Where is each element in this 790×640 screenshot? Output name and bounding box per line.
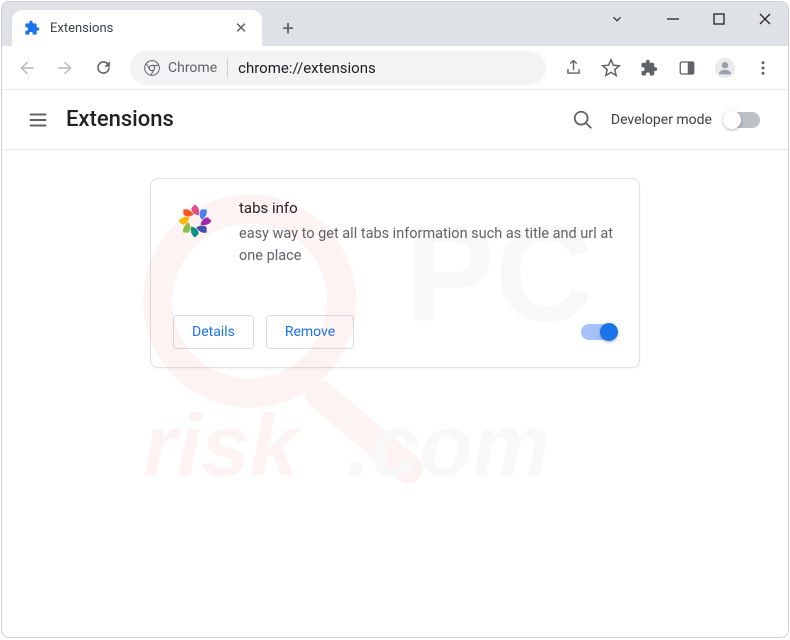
share-icon[interactable]: [556, 51, 590, 85]
extension-logo-icon: [173, 199, 217, 243]
omnibox-origin-chip: Chrome: [144, 60, 217, 76]
extension-tab-icon: [24, 20, 40, 36]
profile-icon[interactable]: [708, 51, 742, 85]
developer-mode-label: Developer mode: [611, 112, 712, 128]
extension-description: easy way to get all tabs information suc…: [239, 223, 617, 267]
omnibox-url: chrome://extensions: [238, 59, 376, 77]
extension-card: tabs info easy way to get all tabs infor…: [150, 178, 640, 368]
titlebar: Extensions ✕ +: [2, 2, 788, 46]
bookmark-icon[interactable]: [594, 51, 628, 85]
developer-mode-toggle[interactable]: [724, 112, 760, 128]
omnibox-chip-label: Chrome: [168, 60, 217, 76]
extension-name: tabs info: [239, 199, 617, 217]
kebab-menu-icon[interactable]: [746, 51, 780, 85]
browser-toolbar: Chrome chrome://extensions: [2, 46, 788, 90]
details-button[interactable]: Details: [173, 315, 254, 349]
address-bar[interactable]: Chrome chrome://extensions: [130, 51, 546, 85]
extension-enable-toggle[interactable]: [581, 324, 617, 340]
chrome-icon: [144, 60, 160, 76]
extensions-content: tabs info easy way to get all tabs infor…: [2, 150, 788, 396]
forward-button[interactable]: [48, 51, 82, 85]
omnibox-divider: [227, 59, 228, 77]
window-minimize-button[interactable]: [650, 2, 696, 36]
back-button[interactable]: [10, 51, 44, 85]
remove-button[interactable]: Remove: [266, 315, 354, 349]
tab-close-icon[interactable]: ✕: [232, 19, 250, 37]
sidepanel-icon[interactable]: [670, 51, 704, 85]
browser-tab[interactable]: Extensions ✕: [12, 10, 262, 46]
hamburger-menu-icon[interactable]: [18, 100, 58, 140]
developer-mode-control: Developer mode: [611, 112, 760, 128]
window-close-button[interactable]: [742, 2, 788, 36]
search-icon[interactable]: [563, 100, 603, 140]
extensions-icon[interactable]: [632, 51, 666, 85]
window-maximize-button[interactable]: [696, 2, 742, 36]
extensions-page-header: Extensions Developer mode: [2, 90, 788, 150]
tab-title: Extensions: [50, 21, 222, 36]
page-title: Extensions: [66, 107, 174, 132]
reload-button[interactable]: [86, 51, 120, 85]
new-tab-button[interactable]: +: [274, 16, 302, 40]
tab-dropdown-icon[interactable]: [594, 2, 640, 36]
